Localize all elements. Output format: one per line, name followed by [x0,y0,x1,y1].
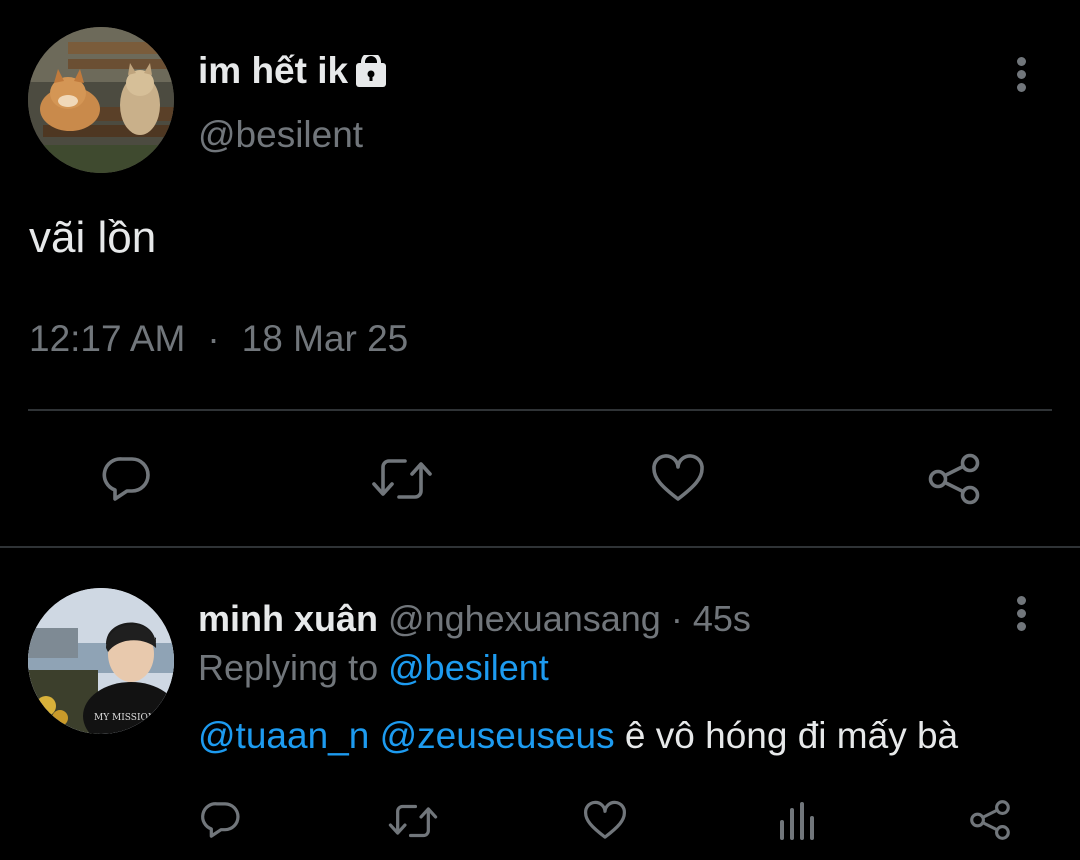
retweet-icon [372,459,432,499]
reply-icon [201,802,240,838]
avatar-person-image: MY MISSION [28,588,174,734]
reply-age[interactable]: 45s [693,598,751,639]
reply-more-options-icon[interactable] [1014,596,1028,636]
reply-header: minh xuân @nghexuansang · 45s [198,598,751,640]
retweet-button[interactable] [371,453,433,505]
avatar-dog-cat-image [28,27,174,173]
reply-button[interactable] [101,453,153,505]
replying-to-label: Replying to [198,647,379,688]
main-tweet: im hết ik @besilent vãi lồn 12:17 AM · 18 … [0,0,1080,548]
svg-text:MY MISSION: MY MISSION [94,713,156,723]
meta-separator: · [207,318,220,359]
author-display-name[interactable]: im hết ik [198,50,348,92]
reply-author-avatar[interactable]: MY MISSION [28,588,174,734]
tweet-date[interactable]: 18 Mar 25 [242,318,409,359]
author-avatar[interactable] [28,27,174,173]
reply-text: @tuaan_n @zeuseuseus ê vô hóng đi mấy bà [198,715,958,757]
lock-icon [354,52,388,89]
retweet-icon [388,804,438,838]
replying-to: Replying to @besilent [198,647,549,689]
analytics-icon [780,802,814,840]
like-icon [583,800,627,839]
tweet-time: 12:17 AM [29,318,186,359]
author-handle[interactable]: @besilent [198,114,363,156]
reply-icon [102,457,150,501]
reply-share-button[interactable] [968,799,1012,841]
like-button[interactable] [651,453,705,505]
share-icon [970,800,1010,840]
tweet-text: vãi lồn [29,213,157,262]
divider [28,409,1052,411]
like-icon [652,454,704,501]
reply-like-button[interactable] [583,800,627,842]
reply-separator: · [670,598,683,639]
reply-retweet-button[interactable] [388,800,438,842]
reply-analytics-button[interactable] [778,800,818,842]
reply-reply-button[interactable] [200,799,242,841]
share-button[interactable] [926,452,982,506]
tweet-timestamp: 12:17 AM · 18 Mar 25 [29,318,408,360]
reply-body: ê vô hóng đi mấy bà [624,715,959,756]
reply-display-name[interactable]: minh xuân [198,598,378,639]
share-icon [928,453,980,505]
replying-to-link[interactable]: @besilent [388,647,549,688]
mention-link[interactable]: @tuaan_n [198,715,369,756]
section-divider [0,546,1080,548]
more-options-icon[interactable] [1014,57,1028,97]
reply-handle[interactable]: @nghexuansang [388,598,661,639]
mention-link[interactable]: @zeuseuseus [380,715,615,756]
